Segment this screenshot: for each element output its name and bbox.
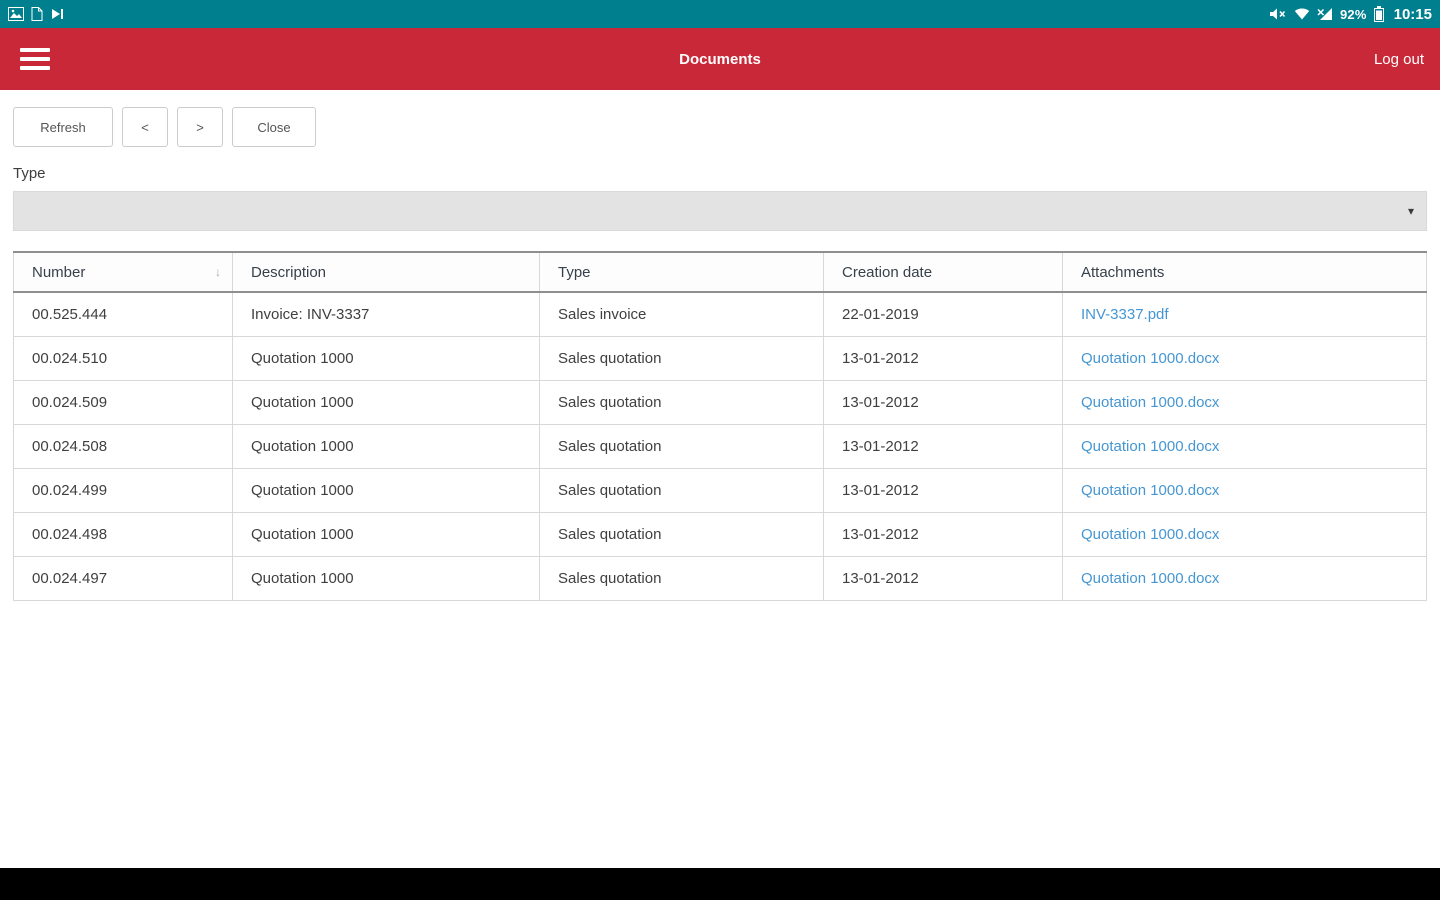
cell-description: Quotation 1000	[233, 512, 540, 556]
dropdown-arrow-icon: ▾	[1408, 204, 1414, 218]
status-bar: 92% 10:15	[0, 0, 1440, 28]
attachment-link[interactable]: Quotation 1000.docx	[1081, 482, 1219, 499]
documents-table: Number ↓ Description Type Creation date …	[13, 251, 1427, 601]
mute-icon	[1269, 7, 1287, 21]
attachment-link[interactable]: Quotation 1000.docx	[1081, 394, 1219, 411]
cell-attachments: Quotation 1000.docx	[1063, 424, 1427, 468]
cell-number: 00.024.498	[14, 512, 233, 556]
col-header-type[interactable]: Type	[540, 252, 824, 292]
cell-number: 00.024.509	[14, 380, 233, 424]
table-header-row: Number ↓ Description Type Creation date …	[14, 252, 1427, 292]
no-signal-icon	[1317, 8, 1333, 20]
cell-attachments: Quotation 1000.docx	[1063, 336, 1427, 380]
page-title: Documents	[679, 51, 761, 68]
attachment-link[interactable]: Quotation 1000.docx	[1081, 570, 1219, 587]
cell-type: Sales quotation	[540, 468, 824, 512]
cell-type: Sales quotation	[540, 556, 824, 600]
toolbar: Refresh < > Close	[13, 107, 1427, 147]
cell-creation-date: 13-01-2012	[824, 336, 1063, 380]
cell-description: Quotation 1000	[233, 556, 540, 600]
cell-attachments: INV-3337.pdf	[1063, 292, 1427, 336]
refresh-button[interactable]: Refresh	[13, 107, 113, 147]
type-filter-label: Type	[13, 165, 1427, 182]
type-filter-select[interactable]: ▾	[13, 191, 1427, 231]
cell-type: Sales quotation	[540, 512, 824, 556]
cell-description: Quotation 1000	[233, 380, 540, 424]
screenshot-icon	[31, 7, 43, 21]
cell-attachments: Quotation 1000.docx	[1063, 380, 1427, 424]
col-header-description[interactable]: Description	[233, 252, 540, 292]
cell-creation-date: 13-01-2012	[824, 468, 1063, 512]
cell-type: Sales quotation	[540, 336, 824, 380]
attachment-link[interactable]: Quotation 1000.docx	[1081, 526, 1219, 543]
app-bar: Documents Log out	[0, 28, 1440, 90]
gallery-icon	[8, 7, 24, 21]
cell-attachments: Quotation 1000.docx	[1063, 512, 1427, 556]
attachment-link[interactable]: INV-3337.pdf	[1081, 306, 1169, 323]
table-row: 00.024.508 Quotation 1000 Sales quotatio…	[14, 424, 1427, 468]
cell-description: Quotation 1000	[233, 468, 540, 512]
col-header-label: Number	[32, 264, 85, 281]
table-row: 00.024.497 Quotation 1000 Sales quotatio…	[14, 556, 1427, 600]
cell-attachments: Quotation 1000.docx	[1063, 556, 1427, 600]
cell-creation-date: 13-01-2012	[824, 380, 1063, 424]
cell-description: Quotation 1000	[233, 424, 540, 468]
col-header-number[interactable]: Number ↓	[14, 252, 233, 292]
cell-number: 00.024.497	[14, 556, 233, 600]
attachment-link[interactable]: Quotation 1000.docx	[1081, 438, 1219, 455]
cell-creation-date: 22-01-2019	[824, 292, 1063, 336]
close-button[interactable]: Close	[232, 107, 316, 147]
col-header-attachments[interactable]: Attachments	[1063, 252, 1427, 292]
cell-description: Quotation 1000	[233, 336, 540, 380]
cell-creation-date: 13-01-2012	[824, 424, 1063, 468]
table-row: 00.024.510 Quotation 1000 Sales quotatio…	[14, 336, 1427, 380]
battery-icon	[1374, 6, 1384, 22]
play-icon	[50, 7, 64, 21]
screen: 92% 10:15 Documents Log out Refresh < > …	[0, 0, 1440, 900]
cell-number: 00.024.508	[14, 424, 233, 468]
cell-type: Sales invoice	[540, 292, 824, 336]
cell-number: 00.024.499	[14, 468, 233, 512]
clock: 10:15	[1394, 6, 1432, 23]
table-row: 00.024.509 Quotation 1000 Sales quotatio…	[14, 380, 1427, 424]
cell-type: Sales quotation	[540, 424, 824, 468]
table-row: 00.525.444 Invoice: INV-3337 Sales invoi…	[14, 292, 1427, 336]
cell-number: 00.525.444	[14, 292, 233, 336]
cell-creation-date: 13-01-2012	[824, 556, 1063, 600]
table-row: 00.024.499 Quotation 1000 Sales quotatio…	[14, 468, 1427, 512]
cell-type: Sales quotation	[540, 380, 824, 424]
cell-attachments: Quotation 1000.docx	[1063, 468, 1427, 512]
cell-number: 00.024.510	[14, 336, 233, 380]
battery-percent: 92%	[1340, 7, 1367, 22]
android-nav-bar	[0, 868, 1440, 900]
cell-creation-date: 13-01-2012	[824, 512, 1063, 556]
content-area: Refresh < > Close Type ▾ Number ↓ Descri…	[0, 90, 1440, 868]
prev-page-button[interactable]: <	[122, 107, 168, 147]
cell-description: Invoice: INV-3337	[233, 292, 540, 336]
col-header-creation-date[interactable]: Creation date	[824, 252, 1063, 292]
next-page-button[interactable]: >	[177, 107, 223, 147]
attachment-link[interactable]: Quotation 1000.docx	[1081, 350, 1219, 367]
menu-button[interactable]	[14, 42, 56, 76]
sort-icon[interactable]: ↓	[215, 265, 221, 279]
table-row: 00.024.498 Quotation 1000 Sales quotatio…	[14, 512, 1427, 556]
wifi-icon	[1294, 8, 1310, 20]
logout-button[interactable]: Log out	[1374, 51, 1424, 68]
